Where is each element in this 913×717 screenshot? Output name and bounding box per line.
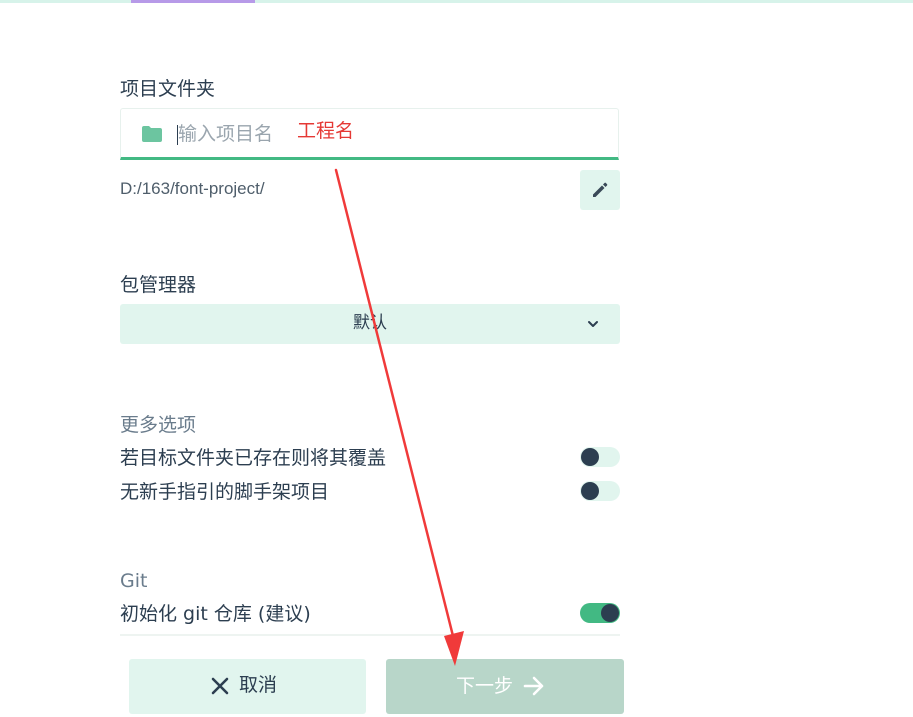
pencil-icon <box>593 182 608 197</box>
package-manager-label: 包管理器 <box>120 274 197 296</box>
toggle-knob <box>581 448 599 466</box>
more-options-title: 更多选项 <box>120 414 197 436</box>
cancel-button[interactable]: 取消 <box>129 659 366 714</box>
arrow-right-icon <box>523 676 544 696</box>
package-manager-value: 默认 <box>353 313 387 333</box>
git-title: Git <box>120 570 148 592</box>
option-no-guide-toggle[interactable] <box>580 481 620 501</box>
cancel-button-label: 取消 <box>239 674 278 696</box>
project-folder-label: 项目文件夹 <box>120 78 216 100</box>
top-tab-bar <box>0 0 913 3</box>
chevron-down-icon <box>588 321 598 327</box>
option-overwrite-toggle[interactable] <box>580 447 620 467</box>
toggle-knob <box>601 604 619 622</box>
option-overwrite-label: 若目标文件夹已存在则将其覆盖 <box>120 447 387 469</box>
git-init-toggle[interactable] <box>580 603 620 623</box>
project-name-field[interactable] <box>120 108 619 160</box>
next-button-label: 下一步 <box>456 674 514 697</box>
divider <box>120 634 620 636</box>
option-no-guide-label: 无新手指引的脚手架项目 <box>120 481 330 503</box>
toggle-knob <box>581 482 599 500</box>
project-name-input[interactable] <box>178 118 598 150</box>
annotation-label: 工程名 <box>297 120 355 142</box>
package-manager-select[interactable]: 默认 <box>120 304 620 344</box>
git-init-label: 初始化 git 仓库 (建议) <box>120 603 311 625</box>
active-tab-indicator <box>131 0 255 3</box>
folder-icon <box>142 126 162 142</box>
next-button[interactable]: 下一步 <box>386 659 624 714</box>
close-icon <box>211 677 229 694</box>
edit-path-button[interactable] <box>580 170 620 210</box>
project-path: D:/163/font-project/ <box>120 179 265 198</box>
